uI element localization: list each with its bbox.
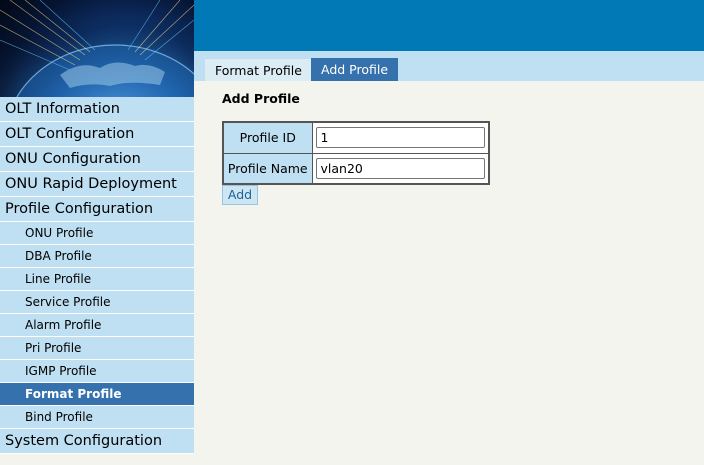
globe-fiber-graphic: [0, 0, 194, 97]
sidebar-subitem-igmp-profile[interactable]: IGMP Profile: [0, 360, 194, 383]
sidebar-subitem-format-profile[interactable]: Format Profile: [0, 383, 194, 406]
sidebar-subitem-alarm-profile[interactable]: Alarm Profile: [0, 314, 194, 337]
profile-name-input[interactable]: [315, 157, 485, 179]
profile-name-cell: [311, 152, 489, 185]
sidebar-item-onu-configuration[interactable]: ONU Configuration: [0, 147, 194, 172]
sidebar-item-olt-configuration[interactable]: OLT Configuration: [0, 122, 194, 147]
add-button[interactable]: Add: [222, 185, 258, 205]
tab-add-profile[interactable]: Add Profile: [311, 58, 399, 81]
form-row-profile-id: Profile ID: [222, 121, 489, 154]
top-banner: [194, 0, 704, 51]
add-profile-form: Profile ID Profile Name: [222, 121, 490, 185]
sidebar-subitem-onu-profile[interactable]: ONU Profile: [0, 222, 194, 245]
sidebar-item-profile-configuration[interactable]: Profile Configuration: [0, 197, 194, 222]
header-logo-globe: [0, 0, 194, 97]
sidebar-item-onu-rapid-deployment[interactable]: ONU Rapid Deployment: [0, 172, 194, 197]
profile-id-input[interactable]: [315, 127, 485, 149]
profile-id-label: Profile ID: [222, 121, 313, 154]
sidebar-subitem-dba-profile[interactable]: DBA Profile: [0, 245, 194, 268]
sidebar-subitem-service-profile[interactable]: Service Profile: [0, 291, 194, 314]
profile-name-label: Profile Name: [222, 152, 313, 185]
profile-id-cell: [311, 121, 489, 154]
sidebar-item-system-configuration[interactable]: System Configuration: [0, 429, 194, 454]
tab-format-profile[interactable]: Format Profile: [204, 58, 313, 81]
main-content: Add Profile Profile ID Profile Name Add: [194, 81, 704, 465]
sidebar-item-olt-information[interactable]: OLT Information: [0, 97, 194, 122]
form-row-profile-name: Profile Name: [222, 152, 489, 185]
tab-strip: Format Profile Add Profile: [194, 51, 704, 81]
sidebar-subitem-bind-profile[interactable]: Bind Profile: [0, 406, 194, 429]
sidebar-nav: OLT Information OLT Configuration ONU Co…: [0, 97, 194, 465]
page-title: Add Profile: [222, 91, 300, 106]
sidebar-subitem-line-profile[interactable]: Line Profile: [0, 268, 194, 291]
sidebar-subitem-pri-profile[interactable]: Pri Profile: [0, 337, 194, 360]
